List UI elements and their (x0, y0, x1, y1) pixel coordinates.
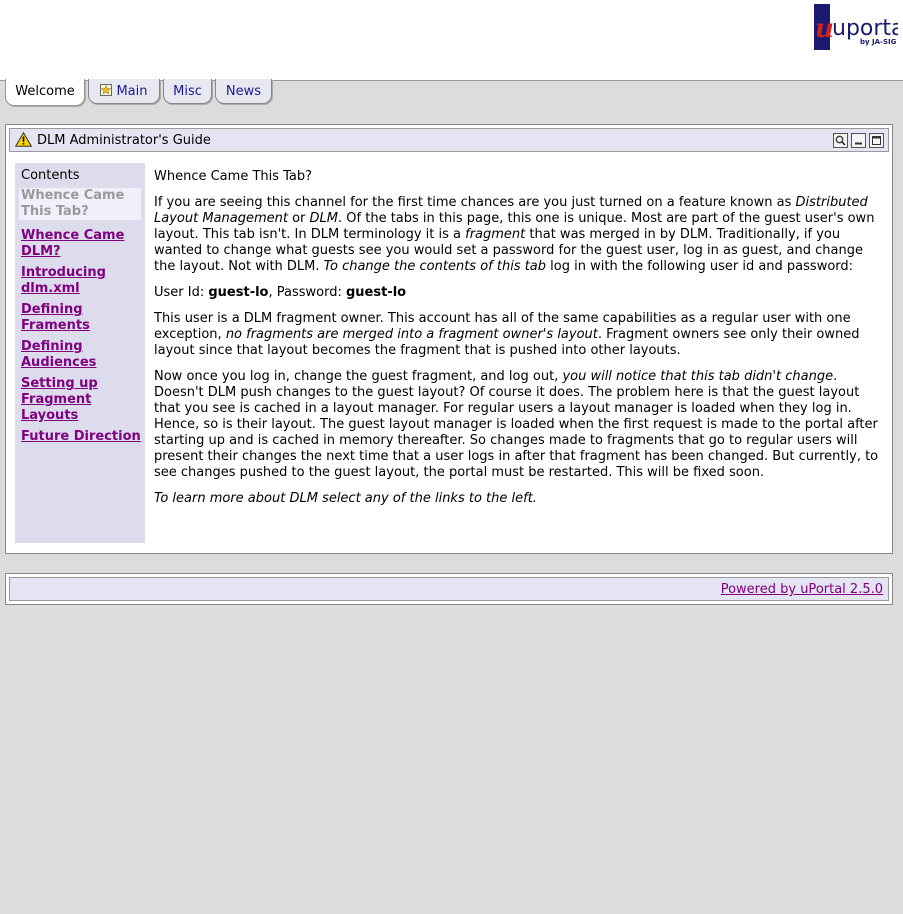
tab-label: Main (116, 84, 148, 99)
star-icon (100, 84, 113, 96)
credentials-line: User Id: guest-lo, Password: guest-lo (154, 285, 407, 300)
help-button[interactable] (833, 133, 848, 148)
paragraph-learn-more: To learn more about DLM select any of th… (154, 491, 537, 506)
tab-misc[interactable]: Misc (163, 79, 212, 104)
tab-label: News (225, 84, 262, 99)
paragraph-caching: Now once you log in, change the guest fr… (154, 369, 879, 480)
sidebar-link-future-direction[interactable]: Future Direction (21, 429, 145, 445)
sidebar-link-introducing-dlm-xml[interactable]: Introducing dlm.xml (21, 265, 145, 297)
footer: Powered by uPortal 2.5.0 (5, 573, 893, 605)
help-icon (835, 135, 846, 146)
contents-title: Contents (21, 168, 80, 183)
minimize-icon (855, 142, 862, 145)
paragraph-fragment-owner: This user is a DLM fragment owner. This … (154, 311, 860, 358)
content-heading: Whence Came This Tab? (154, 169, 313, 184)
user-id-value: guest-lo (208, 285, 269, 300)
minimize-button[interactable] (851, 133, 866, 148)
svg-text:by JA-SIG: by JA-SIG (860, 38, 897, 46)
contents-sidebar: Contents Whence Came This Tab? Whence Ca… (15, 163, 145, 543)
tab-label: Misc (173, 84, 202, 99)
password-value: guest-lo (346, 285, 407, 300)
sidebar-link-defining-audiences[interactable]: Defining Audiences (21, 339, 145, 371)
portal-header: u uportal by JA-SIG (0, 0, 903, 81)
sidebar-item-current: Whence Came This Tab? (19, 188, 141, 220)
warning-icon (15, 132, 32, 147)
sidebar-link-setting-up-fragment-layouts[interactable]: Setting up Fragment Layouts (21, 376, 145, 424)
powered-by-link[interactable]: Powered by uPortal 2.5.0 (721, 578, 883, 602)
guide-content: Whence Came This Tab? If you are seeing … (154, 169, 880, 517)
paragraph-intro: If you are seeing this channel for the f… (154, 195, 875, 274)
maximize-button[interactable] (869, 133, 884, 148)
channel-title: DLM Administrator's Guide (37, 133, 211, 148)
channel-dlm-guide: DLM Administrator's Guide Contents Whenc… (5, 124, 893, 554)
maximize-icon (872, 136, 881, 145)
sidebar-link-whence-came-dlm[interactable]: Whence Came DLM? (21, 228, 145, 260)
tab-label: Welcome (15, 84, 75, 99)
channel-titlebar: DLM Administrator's Guide (9, 128, 889, 152)
tab-bar: Welcome Main Misc News (0, 79, 903, 106)
tab-welcome[interactable]: Welcome (5, 79, 85, 106)
tab-main[interactable]: Main (88, 79, 160, 104)
sidebar-link-defining-fragments[interactable]: Defining Framents (21, 302, 145, 334)
tab-news[interactable]: News (215, 79, 272, 104)
uportal-logo[interactable]: u uportal by JA-SIG (814, 4, 898, 50)
footer-bar: Powered by uPortal 2.5.0 (9, 577, 889, 601)
